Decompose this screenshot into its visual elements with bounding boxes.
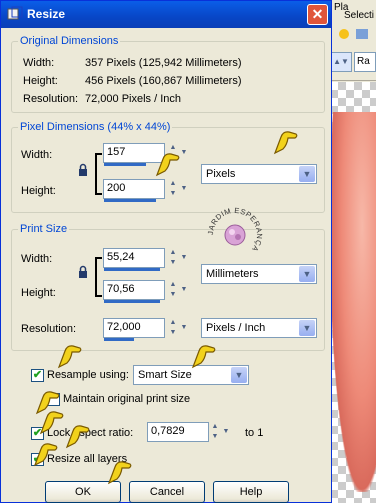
bg-field[interactable]: Ra — [354, 52, 376, 72]
spin-arrows-icon[interactable]: ▲▼ — [167, 248, 179, 268]
print-units-value: Millimeters — [206, 268, 259, 280]
print-resolution-input[interactable]: 72,000 — [103, 318, 165, 338]
print-resolution-label: Resolution: — [21, 323, 77, 335]
pointer-hand-icon — [33, 443, 58, 467]
title-bar[interactable]: Resize ✕ — [1, 1, 331, 28]
spin-arrows-icon[interactable]: ▲▼ — [167, 280, 179, 300]
pixel-units-value: Pixels — [206, 168, 236, 180]
print-width-fill — [104, 268, 160, 271]
original-height-label: Height: — [23, 75, 58, 87]
resize-app-icon — [7, 6, 23, 20]
original-resolution-value: 72,000 Pixels / Inch — [85, 93, 182, 105]
print-height-input[interactable]: 70,56 — [103, 280, 165, 300]
pixel-height-fill — [104, 199, 156, 202]
original-height-value: 456 Pixels (160,867 Millimeters) — [85, 75, 242, 87]
print-height-fill — [104, 300, 160, 303]
image-canvas[interactable] — [330, 82, 376, 503]
window-title: Resize — [27, 7, 66, 21]
print-height-spinner[interactable]: 70,56 ▲ ▼ ▼ — [103, 280, 189, 303]
resample-checkbox[interactable]: ✔ — [31, 369, 44, 382]
print-resolution-spinner[interactable]: 72,000 ▲ ▼ ▼ — [103, 318, 189, 341]
dropdown-arrow-icon[interactable]: ▼ — [299, 320, 315, 336]
dropdown-arrow-icon[interactable]: ▼ — [179, 179, 189, 199]
aspect-ratio-suffix: to 1 — [245, 427, 264, 439]
spin-arrows-icon[interactable]: ▲▼ — [209, 422, 221, 442]
aspect-ratio-input[interactable]: 0,7829 — [147, 422, 209, 442]
bg-label-select[interactable]: Selecti — [344, 10, 374, 21]
chain-lock-icon[interactable] — [77, 265, 89, 279]
print-width-label: Width: — [21, 253, 53, 265]
original-resolution-label: Resolution: — [23, 93, 79, 105]
original-width-value: 357 Pixels (125,942 Millimeters) — [85, 57, 242, 69]
pixel-width-fill — [104, 163, 146, 166]
bg-field-value: Ra — [357, 56, 370, 67]
background-toolbar: Pla Selecti ▲▼ Ra — [330, 0, 376, 81]
pixel-height-input[interactable]: 200 — [103, 179, 165, 199]
chain-lock-icon[interactable] — [77, 163, 89, 177]
pointer-hand-icon — [191, 345, 216, 369]
pixel-height-spinner[interactable]: 200 ▲ ▼ ▼ — [103, 179, 189, 202]
help-button[interactable]: Help — [213, 481, 289, 503]
resolution-units-select[interactable]: Pixels / Inch ▼ — [201, 318, 317, 338]
resample-label[interactable]: Resample using: — [47, 369, 129, 381]
print-height-label: Height: — [21, 287, 56, 299]
resolution-units-value: Pixels / Inch — [206, 322, 266, 334]
bg-spin-arrows-icon[interactable]: ▲▼ — [330, 52, 352, 72]
spin-arrows-icon[interactable]: ▲▼ — [167, 179, 179, 199]
maintain-print-size-label[interactable]: Maintain original print size — [63, 393, 190, 405]
print-units-select[interactable]: Millimeters ▼ — [201, 264, 317, 284]
dropdown-arrow-icon[interactable]: ▼ — [221, 422, 231, 442]
resample-method-value: Smart Size — [138, 369, 192, 381]
dropdown-arrow-icon[interactable]: ▼ — [299, 266, 315, 282]
dropdown-arrow-icon[interactable]: ▼ — [299, 166, 315, 182]
aspect-ratio-spinner[interactable]: 0,7829 ▲ ▼ ▼ — [147, 422, 231, 442]
watermark-seal: JARDIM ESPERANÇA — [206, 206, 264, 254]
original-width-label: Width: — [23, 57, 55, 69]
bg-toolbar-icons[interactable] — [336, 24, 370, 44]
original-dimensions-legend: Original Dimensions — [20, 35, 119, 47]
pixel-height-label: Height: — [21, 185, 56, 197]
dropdown-arrow-icon[interactable]: ▼ — [179, 280, 189, 300]
print-size-legend: Print Size — [20, 223, 68, 235]
dropdown-arrow-icon[interactable]: ▼ — [231, 367, 247, 383]
print-width-input[interactable]: 55,24 — [103, 248, 165, 268]
dropdown-arrow-icon[interactable]: ▼ — [179, 318, 189, 338]
pointer-hand-icon — [57, 345, 82, 369]
cancel-button[interactable]: Cancel — [129, 481, 205, 503]
dropdown-arrow-icon[interactable]: ▼ — [179, 248, 189, 268]
print-resolution-fill — [104, 338, 134, 341]
pixel-dimensions-legend: Pixel Dimensions (44% x 44%) — [20, 121, 171, 133]
close-icon[interactable]: ✕ — [307, 4, 328, 25]
bg-tool-icon[interactable] — [336, 24, 370, 44]
print-width-spinner[interactable]: 55,24 ▲ ▼ ▼ — [103, 248, 189, 271]
pointer-hand-icon — [273, 131, 298, 155]
background-app-window: Pla Selecti ▲▼ Ra — [330, 0, 376, 503]
pixel-units-select[interactable]: Pixels ▼ — [201, 164, 317, 184]
pointer-hand-icon — [155, 153, 180, 177]
resize-dialog: Resize ✕ Original Dimensions Width: 357 … — [0, 0, 332, 503]
spin-arrows-icon[interactable]: ▲▼ — [167, 318, 179, 338]
pixel-link-bracket — [95, 153, 102, 195]
print-link-bracket — [95, 257, 102, 297]
pointer-hand-icon — [65, 425, 90, 449]
canvas-figure — [330, 112, 376, 492]
pixel-width-label: Width: — [21, 149, 53, 161]
pointer-hand-icon — [107, 461, 132, 485]
checkmark-icon: ✔ — [32, 369, 43, 381]
